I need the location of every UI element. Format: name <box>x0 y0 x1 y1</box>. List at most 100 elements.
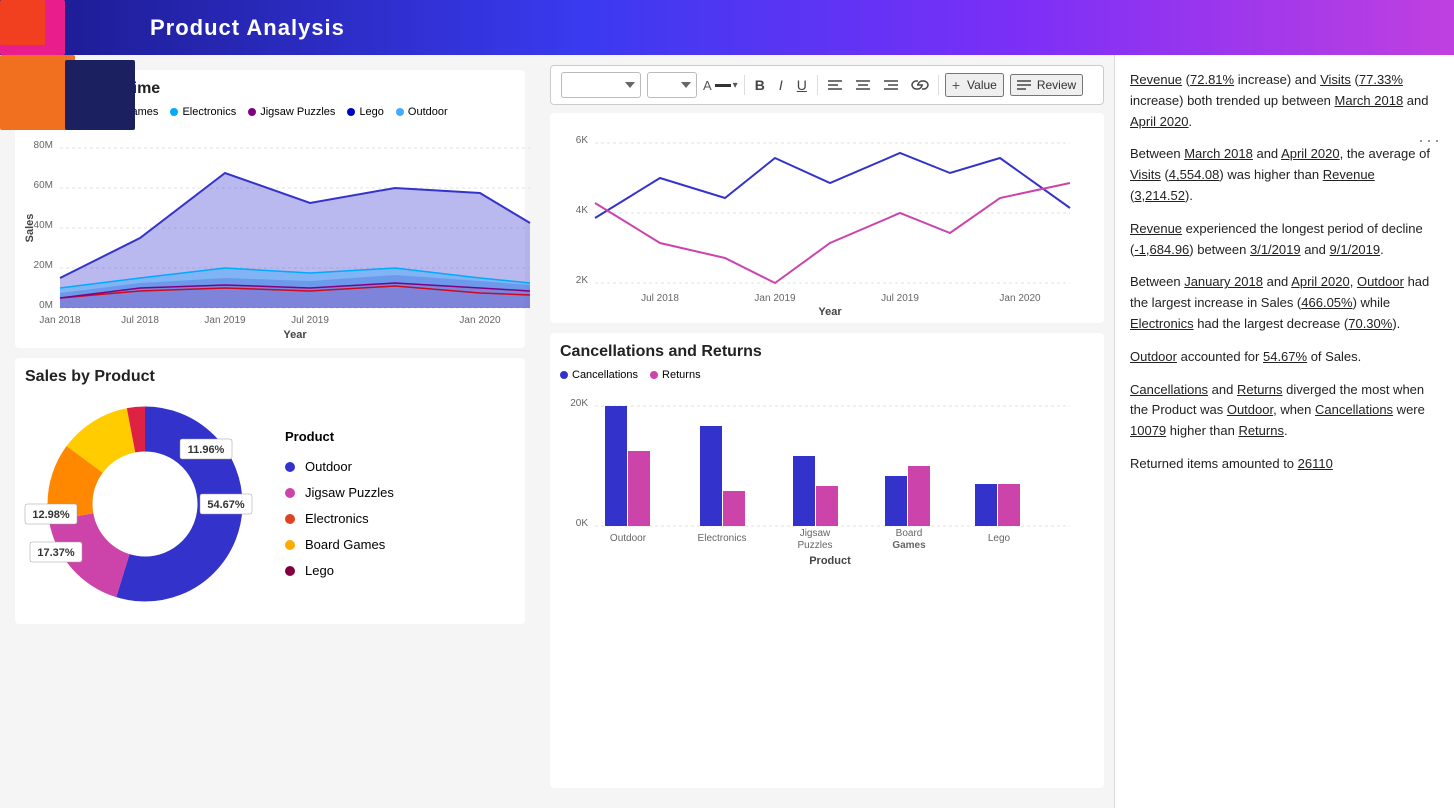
revenue-avg[interactable]: 3,214.52 <box>1134 188 1185 203</box>
svg-text:54.67%: 54.67% <box>207 499 245 511</box>
svg-text:4K: 4K <box>576 205 589 216</box>
pie-boardgames-dot <box>285 540 295 550</box>
svg-text:Jan 2020: Jan 2020 <box>459 315 501 326</box>
cancellations-legend-item: Cancellations <box>560 369 638 381</box>
pie-board-games: Board Games <box>285 532 394 558</box>
april-2020-3[interactable]: April 2020 <box>1291 274 1350 289</box>
electronics-cancel-bar <box>700 426 722 526</box>
outdoor-link-3[interactable]: Outdoor <box>1227 402 1273 417</box>
electronics-return-bar <box>723 491 745 526</box>
main-content: Sales across time Product Board Games El… <box>0 55 1454 808</box>
sales-time-svg: 80M 60M 40M 20M 0M Sales <box>25 123 535 333</box>
visits-link-1[interactable]: Visits <box>1320 72 1351 87</box>
bold-button[interactable]: B <box>751 75 769 95</box>
returns-link-1[interactable]: Returns <box>1237 382 1283 397</box>
jigsaw-label: Jigsaw Puzzles <box>260 106 335 118</box>
logo-orange-top <box>0 0 45 45</box>
cancellations-label: Cancellations <box>572 369 638 381</box>
pie-jigsaw: Jigsaw Puzzles <box>285 480 394 506</box>
insights-panel: Revenue (72.81% increase) and Visits (77… <box>1114 55 1454 808</box>
size-select[interactable] <box>647 72 697 98</box>
svg-text:0K: 0K <box>576 518 589 529</box>
pie-electronics: Electronics <box>285 506 394 532</box>
pie-legend-title: Product <box>285 424 394 450</box>
april-2020-2[interactable]: April 2020 <box>1281 146 1340 161</box>
jigsaw-cancel-bar <box>793 456 815 526</box>
font-color-btn[interactable]: A ▾ <box>703 78 738 93</box>
insight-3: Revenue experienced the longest period o… <box>1130 219 1439 261</box>
insight-4: Between January 2018 and April 2020, Out… <box>1130 272 1439 334</box>
line-chart-top: 6K 4K 2K Jul 2018 Jan 2019 Jul 2019 Jan … <box>550 113 1104 323</box>
cancellations-legend: Cancellations Returns <box>560 369 1094 381</box>
pie-outdoor-dot <box>285 462 295 472</box>
revenue-link-1[interactable]: Revenue <box>1130 72 1182 87</box>
value-tab-label: Value <box>967 78 997 92</box>
svg-text:Jigsaw: Jigsaw <box>800 528 831 539</box>
svg-text:Jan 2019: Jan 2019 <box>204 315 246 326</box>
font-select[interactable] <box>561 72 641 98</box>
decline-start[interactable]: 3/1/2019 <box>1250 242 1301 257</box>
outdoor-link-2[interactable]: Outdoor <box>1130 349 1177 364</box>
jan-2018[interactable]: January 2018 <box>1184 274 1263 289</box>
options-icon[interactable]: ··· <box>1418 130 1442 151</box>
cancellations-link-1[interactable]: Cancellations <box>1130 382 1208 397</box>
svg-text:12.98%: 12.98% <box>32 509 70 521</box>
pie-electronics-label: Electronics <box>305 506 369 532</box>
cancellations-dot <box>560 371 568 379</box>
underline-button[interactable]: U <box>793 75 811 95</box>
electronics-link-1[interactable]: Electronics <box>1130 316 1194 331</box>
italic-button[interactable]: I <box>775 75 787 95</box>
outdoor-sales-pct[interactable]: 54.67% <box>1263 349 1307 364</box>
sales-by-product-title: Sales by Product <box>25 368 515 386</box>
svg-text:2K: 2K <box>576 275 589 286</box>
divider-3 <box>938 75 939 95</box>
logo-orange-bottom <box>0 55 75 130</box>
decline-val[interactable]: -1,684.96 <box>1134 242 1189 257</box>
pie-lego: Lego <box>285 558 394 584</box>
outdoor-link-1[interactable]: Outdoor <box>1357 274 1404 289</box>
donut-chart-svg: 54.67% 17.37% 12.98% 11.96% <box>25 394 265 614</box>
legend-electronics: Electronics <box>170 106 236 118</box>
line-chart-svg: 6K 4K 2K Jul 2018 Jan 2019 Jul 2019 Jan … <box>560 123 1080 308</box>
decline-end[interactable]: 9/1/2019 <box>1330 242 1381 257</box>
svg-text:17.37%: 17.37% <box>37 547 75 559</box>
april-2020-1[interactable]: April 2020 <box>1130 114 1189 129</box>
value-tab[interactable]: + Value <box>945 73 1004 97</box>
outdoor-pct[interactable]: 466.05% <box>1301 295 1352 310</box>
returns-link-2[interactable]: Returns <box>1238 423 1284 438</box>
insight-6: Cancellations and Returns diverged the m… <box>1130 380 1439 442</box>
review-tab[interactable]: Review <box>1010 74 1083 96</box>
align-right-button[interactable] <box>880 77 902 93</box>
outdoor-return-bar <box>628 451 650 526</box>
jigsaw-return-bar <box>816 486 838 526</box>
align-left-button[interactable] <box>824 77 846 93</box>
sales-by-product-chart: Sales by Product <box>15 358 525 624</box>
visits-pct-1[interactable]: 77.33% <box>1359 72 1403 87</box>
returns-dot <box>650 371 658 379</box>
legend-lego: Lego <box>347 106 383 118</box>
outdoor-dot <box>396 108 404 116</box>
electronics-dot <box>170 108 178 116</box>
svg-text:0M: 0M <box>39 300 53 311</box>
revenue-link-3[interactable]: Revenue <box>1130 221 1182 236</box>
jigsaw-dot <box>248 108 256 116</box>
revenue-link-2[interactable]: Revenue <box>1323 167 1375 182</box>
pie-lego-label: Lego <box>305 558 334 584</box>
visits-avg[interactable]: 4,554.08 <box>1169 167 1220 182</box>
align-center-button[interactable] <box>852 77 874 93</box>
diverge-val[interactable]: 10079 <box>1130 423 1166 438</box>
visits-link-2[interactable]: Visits <box>1130 167 1161 182</box>
link-button[interactable] <box>908 77 932 93</box>
revenue-pct-1[interactable]: 72.81% <box>1190 72 1234 87</box>
divider-1 <box>744 75 745 95</box>
cancellations-link-2[interactable]: Cancellations <box>1315 402 1393 417</box>
lego-label: Lego <box>359 106 383 118</box>
formatting-toolbar: A ▾ B I U + Value <box>550 65 1104 105</box>
electronics-pct[interactable]: 70.30% <box>1348 316 1392 331</box>
returned-val[interactable]: 26110 <box>1298 456 1333 471</box>
march-2018-1[interactable]: March 2018 <box>1335 93 1404 108</box>
svg-text:Jul 2019: Jul 2019 <box>291 315 329 326</box>
march-2018-2[interactable]: March 2018 <box>1184 146 1253 161</box>
pie-lego-dot <box>285 566 295 576</box>
outdoor-cancel-bar <box>605 406 627 526</box>
